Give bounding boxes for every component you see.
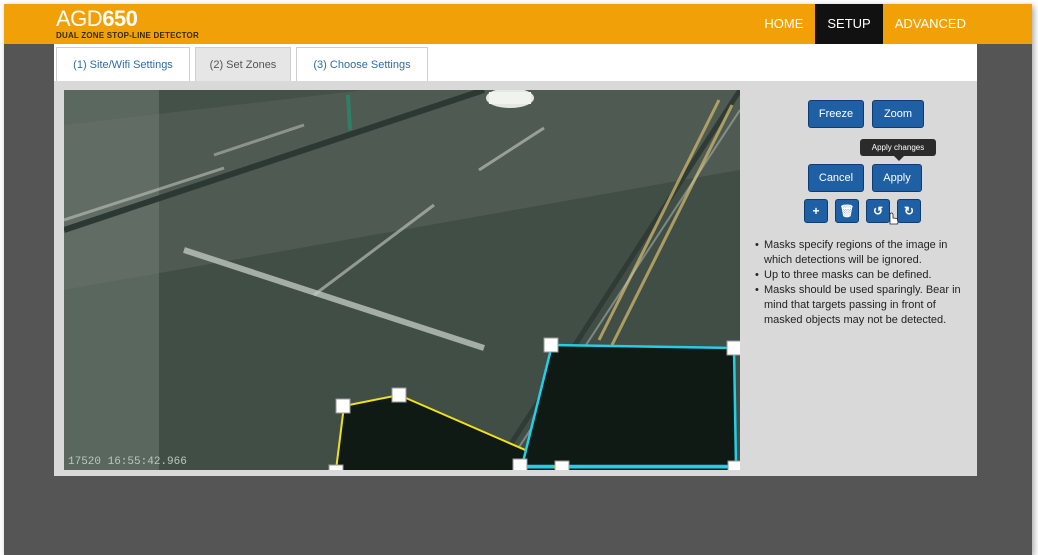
brand-logo: AGD650 DUAL ZONE STOP-LINE DETECTOR [56, 6, 199, 41]
nav-home[interactable]: HOME [752, 4, 815, 44]
info-item: Masks specify regions of the image in wh… [755, 238, 977, 268]
zoom-button[interactable]: Zoom [872, 100, 924, 128]
top-nav: HOME SETUP ADVANCED [752, 4, 978, 44]
trash-icon[interactable]: 🗑 [835, 199, 859, 223]
freeze-button[interactable]: Freeze [808, 100, 864, 128]
info-item: Up to three masks can be defined. [755, 268, 977, 283]
apply-tooltip: Apply changes [860, 139, 936, 161]
top-bar: AGD650 DUAL ZONE STOP-LINE DETECTOR HOME… [4, 4, 1032, 44]
setup-panel: (1) Site/Wifi Settings (2) Set Zones (3)… [54, 44, 977, 476]
brand-name: AGD650 [56, 6, 138, 31]
tab-set-zones[interactable]: (2) Set Zones [195, 47, 291, 81]
camera-view[interactable]: 17520 16:55:42.966 [64, 90, 740, 470]
redo-icon[interactable]: ↻ [897, 199, 921, 223]
undo-icon[interactable]: ↺ [866, 199, 890, 223]
app-window: AGD650 DUAL ZONE STOP-LINE DETECTOR HOME… [4, 4, 1032, 555]
nav-advanced[interactable]: ADVANCED [883, 4, 978, 44]
cancel-button[interactable]: Cancel [808, 164, 864, 192]
brand-subtitle: DUAL ZONE STOP-LINE DETECTOR [56, 31, 199, 40]
apply-button[interactable]: Apply [872, 164, 922, 192]
tab-site-wifi-settings[interactable]: (1) Site/Wifi Settings [56, 47, 190, 81]
info-item: Masks should be used sparingly. Bear in … [755, 283, 977, 328]
nav-setup[interactable]: SETUP [815, 4, 883, 44]
plus-icon[interactable]: + [804, 199, 828, 223]
mask-info-list: Masks specify regions of the image in wh… [755, 238, 977, 328]
camera-timestamp: 17520 16:55:42.966 [68, 456, 187, 468]
tab-choose-settings[interactable]: (3) Choose Settings [296, 47, 428, 81]
road-image [64, 90, 740, 470]
tab-bar: (1) Site/Wifi Settings (2) Set Zones (3)… [54, 44, 977, 81]
